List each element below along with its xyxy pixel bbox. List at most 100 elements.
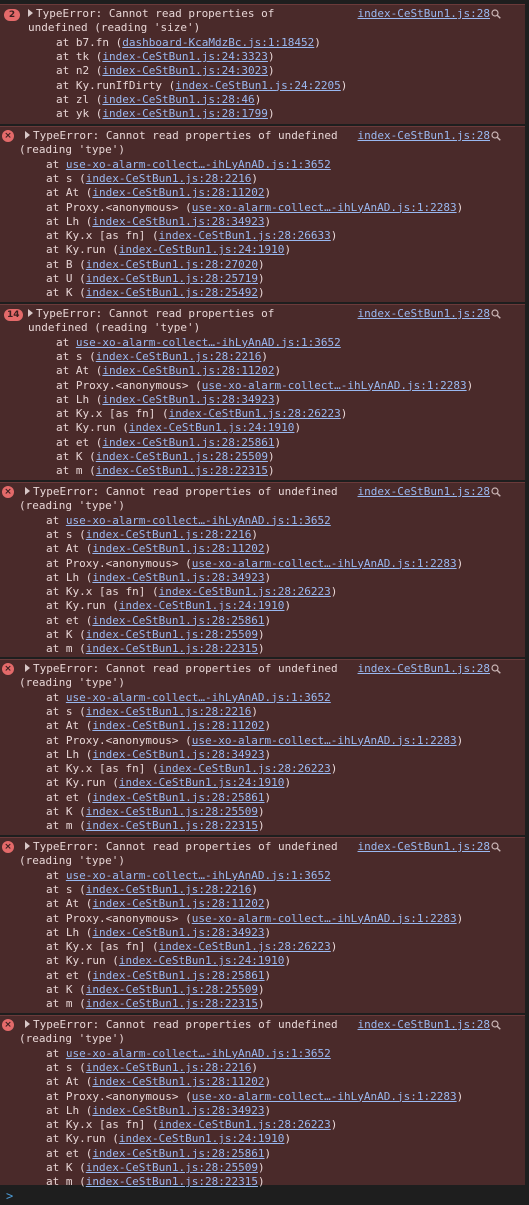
- stack-frame-link[interactable]: use-xo-alarm-collect…-ihLyAnAD.js:1:2283: [192, 1090, 457, 1103]
- stack-frame-link[interactable]: index-CeStBun1.js:28:11202: [92, 542, 264, 555]
- console-prompt[interactable]: >: [6, 1189, 13, 1203]
- stack-frame-link[interactable]: index-CeStBun1.js:28:2216: [86, 528, 252, 541]
- stack-frame-link[interactable]: index-CeStBun1.js:28:11202: [92, 897, 264, 910]
- stack-frame-link[interactable]: use-xo-alarm-collect…-ihLyAnAD.js:1:2283: [192, 557, 457, 570]
- stack-frame-link[interactable]: index-CeStBun1.js:28:25509: [96, 450, 268, 463]
- source-link[interactable]: index-CeStBun1.js:28: [358, 1018, 490, 1032]
- stack-frame-link[interactable]: index-CeStBun1.js:24:2205: [175, 79, 341, 92]
- stack-frame-link[interactable]: index-CeStBun1.js:24:3023: [102, 64, 268, 77]
- stack-frame-link[interactable]: index-CeStBun1.js:28:34923: [102, 393, 274, 406]
- stack-frame-link[interactable]: use-xo-alarm-collect…-ihLyAnAD.js:1:2283: [192, 201, 457, 214]
- console-error-entry[interactable]: × TypeError: Cannot read properties of un…: [0, 659, 525, 835]
- console-error-entry[interactable]: 14 TypeError: Cannot read properties of un…: [0, 304, 525, 480]
- search-icon[interactable]: [491, 664, 501, 674]
- search-icon[interactable]: [491, 1020, 501, 1030]
- stack-frame-link[interactable]: index-CeStBun1.js:28:25509: [86, 983, 258, 996]
- expand-triangle-icon[interactable]: [25, 664, 30, 672]
- stack-frame-link[interactable]: index-CeStBun1.js:28:22315: [86, 642, 258, 655]
- stack-frame-link[interactable]: index-CeStBun1.js:28:1799: [102, 107, 268, 120]
- search-icon[interactable]: [491, 9, 501, 19]
- expand-triangle-icon[interactable]: [25, 842, 30, 850]
- expand-triangle-icon[interactable]: [25, 487, 30, 495]
- stack-frame-link[interactable]: index-CeStBun1.js:24:3323: [102, 50, 268, 63]
- stack-frame-link[interactable]: index-CeStBun1.js:28:2216: [86, 705, 252, 718]
- stack-frame-link[interactable]: use-xo-alarm-collect…-ihLyAnAD.js:1:2283: [192, 734, 457, 747]
- stack-frame-link[interactable]: use-xo-alarm-collect…-ihLyAnAD.js:1:3652: [66, 1047, 331, 1060]
- stack-frame-link[interactable]: index-CeStBun1.js:28:11202: [92, 186, 264, 199]
- console-error-entry[interactable]: × TypeError: Cannot read properties of un…: [0, 126, 525, 302]
- stack-frame-link[interactable]: index-CeStBun1.js:28:22315: [86, 997, 258, 1010]
- stack-frame-link[interactable]: index-CeStBun1.js:28:34923: [92, 215, 264, 228]
- stack-frame-link[interactable]: index-CeStBun1.js:28:25719: [86, 272, 258, 285]
- stack-frame-link[interactable]: index-CeStBun1.js:28:25509: [86, 628, 258, 641]
- stack-frame-link[interactable]: index-CeStBun1.js:28:34923: [92, 926, 264, 939]
- search-icon[interactable]: [491, 131, 501, 141]
- stack-frame-link[interactable]: index-CeStBun1.js:28:11202: [92, 1075, 264, 1088]
- stack-frame-link[interactable]: index-CeStBun1.js:28:22315: [86, 819, 258, 832]
- stack-frame-link[interactable]: index-CeStBun1.js:28:25861: [92, 614, 264, 627]
- stack-frame-link[interactable]: index-CeStBun1.js:28:26223: [159, 1118, 331, 1131]
- stack-frame-link[interactable]: index-CeStBun1.js:28:25861: [102, 436, 274, 449]
- stack-frame-link[interactable]: index-CeStBun1.js:24:1910: [129, 421, 295, 434]
- expand-triangle-icon[interactable]: [28, 9, 33, 17]
- search-icon[interactable]: [491, 309, 501, 319]
- stack-frame-link[interactable]: dashboard-KcaMdzBc.js:1:18452: [122, 36, 314, 49]
- stack-frame-link[interactable]: index-CeStBun1.js:24:1910: [119, 954, 285, 967]
- stack-frame-link[interactable]: index-CeStBun1.js:28:34923: [92, 1104, 264, 1117]
- stack-frame-link[interactable]: index-CeStBun1.js:28:25509: [86, 1161, 258, 1174]
- stack-frame-link[interactable]: use-xo-alarm-collect…-ihLyAnAD.js:1:3652: [66, 158, 331, 171]
- console-error-entry[interactable]: × TypeError: Cannot read properties of un…: [0, 837, 525, 1013]
- stack-frame-link[interactable]: index-CeStBun1.js:28:22315: [86, 1175, 258, 1188]
- stack-frame-link[interactable]: index-CeStBun1.js:28:46: [102, 93, 254, 106]
- stack-frame-link[interactable]: index-CeStBun1.js:28:26633: [159, 229, 331, 242]
- stack-frame-link[interactable]: index-CeStBun1.js:28:25509: [86, 805, 258, 818]
- stack-frame-link[interactable]: index-CeStBun1.js:28:34923: [92, 748, 264, 761]
- stack-frame-link[interactable]: index-CeStBun1.js:28:26223: [159, 940, 331, 953]
- stack-frame-function: at Ky.x [as fn] (: [46, 1118, 159, 1132]
- repeat-count-badge: 2: [4, 9, 20, 21]
- stack-frame-link[interactable]: use-xo-alarm-collect…-ihLyAnAD.js:1:2283: [202, 379, 467, 392]
- stack-frame-paren: ): [257, 642, 265, 656]
- stack-frame-link[interactable]: use-xo-alarm-collect…-ihLyAnAD.js:1:3652: [66, 691, 331, 704]
- stack-frame-link[interactable]: index-CeStBun1.js:28:2216: [86, 172, 252, 185]
- stack-frame-link[interactable]: index-CeStBun1.js:28:2216: [86, 883, 252, 896]
- stack-frame-link[interactable]: index-CeStBun1.js:28:11202: [102, 364, 274, 377]
- stack-frame-link[interactable]: index-CeStBun1.js:28:2216: [96, 350, 262, 363]
- stack-frame-link[interactable]: index-CeStBun1.js:28:26223: [159, 585, 331, 598]
- stack-frame-link[interactable]: index-CeStBun1.js:28:25492: [86, 286, 258, 299]
- stack-frame-link[interactable]: index-CeStBun1.js:28:2216: [86, 1061, 252, 1074]
- search-icon[interactable]: [491, 842, 501, 852]
- source-link[interactable]: index-CeStBun1.js:28: [358, 307, 490, 321]
- expand-triangle-icon[interactable]: [25, 131, 30, 139]
- stack-frame-link[interactable]: index-CeStBun1.js:24:1910: [119, 599, 285, 612]
- source-link[interactable]: index-CeStBun1.js:28: [358, 7, 490, 21]
- error-icon: ×: [2, 841, 14, 853]
- stack-frame-link[interactable]: index-CeStBun1.js:28:34923: [92, 571, 264, 584]
- console-error-entry[interactable]: × TypeError: Cannot read properties of un…: [0, 1015, 525, 1188]
- stack-frame-link[interactable]: index-CeStBun1.js:28:27020: [86, 258, 258, 271]
- stack-frame-link[interactable]: index-CeStBun1.js:28:22315: [96, 464, 268, 477]
- stack-frame-link[interactable]: index-CeStBun1.js:28:26223: [169, 407, 341, 420]
- source-link[interactable]: index-CeStBun1.js:28: [358, 129, 490, 143]
- stack-frame-link[interactable]: index-CeStBun1.js:24:1910: [119, 1132, 285, 1145]
- source-link[interactable]: index-CeStBun1.js:28: [358, 485, 490, 499]
- search-icon[interactable]: [491, 487, 501, 497]
- stack-frame-link[interactable]: use-xo-alarm-collect…-ihLyAnAD.js:1:2283: [192, 912, 457, 925]
- expand-triangle-icon[interactable]: [25, 1020, 30, 1028]
- repeat-count-badge: 14: [4, 309, 23, 321]
- source-link[interactable]: index-CeStBun1.js:28: [358, 662, 490, 676]
- console-error-entry[interactable]: 2 TypeError: Cannot read properties of und…: [0, 4, 525, 124]
- source-link[interactable]: index-CeStBun1.js:28: [358, 840, 490, 854]
- stack-frame-link[interactable]: index-CeStBun1.js:24:1910: [119, 776, 285, 789]
- stack-frame-link[interactable]: index-CeStBun1.js:24:1910: [119, 243, 285, 256]
- stack-frame-link[interactable]: index-CeStBun1.js:28:26223: [159, 762, 331, 775]
- stack-frame-link[interactable]: use-xo-alarm-collect…-ihLyAnAD.js:1:3652: [66, 869, 331, 882]
- stack-frame-link[interactable]: index-CeStBun1.js:28:11202: [92, 719, 264, 732]
- stack-frame-link[interactable]: index-CeStBun1.js:28:25861: [92, 969, 264, 982]
- stack-frame-link[interactable]: use-xo-alarm-collect…-ihLyAnAD.js:1:3652: [66, 514, 331, 527]
- stack-frame-link[interactable]: index-CeStBun1.js:28:25861: [92, 791, 264, 804]
- console-error-entry[interactable]: × TypeError: Cannot read properties of un…: [0, 482, 525, 657]
- expand-triangle-icon[interactable]: [28, 309, 33, 317]
- stack-frame-link[interactable]: index-CeStBun1.js:28:25861: [92, 1147, 264, 1160]
- stack-frame-link[interactable]: use-xo-alarm-collect…-ihLyAnAD.js:1:3652: [76, 336, 341, 349]
